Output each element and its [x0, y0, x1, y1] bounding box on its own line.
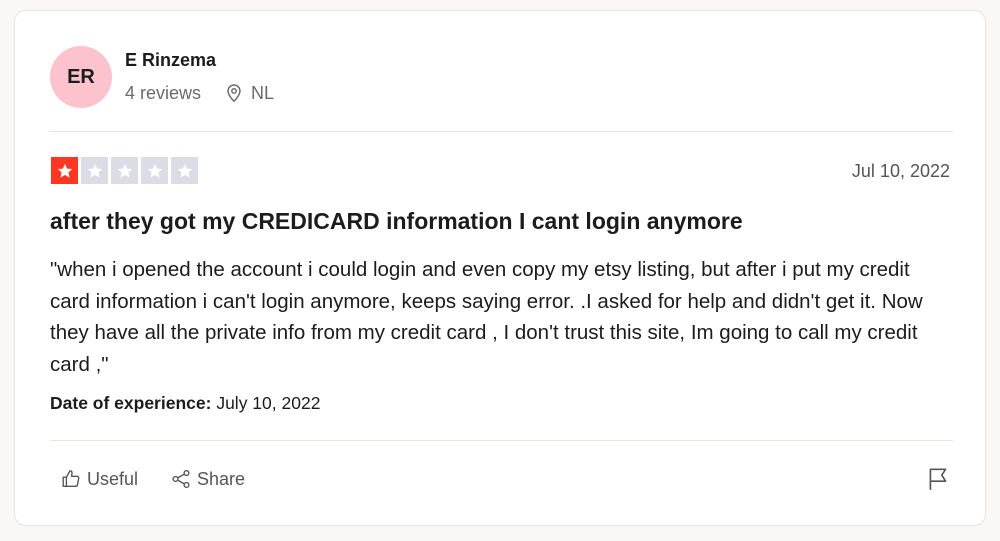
reviews-count: 4 reviews: [125, 82, 202, 103]
star-empty-icon: [111, 157, 138, 184]
thumbs-up-icon: [62, 470, 80, 488]
avatar-initials: ER: [67, 65, 95, 88]
share-icon: [172, 469, 190, 489]
useful-label: Useful: [87, 468, 139, 489]
country-code: NL: [251, 82, 275, 103]
date-of-experience: Date of experience: July 10, 2022: [50, 393, 320, 414]
header-divider: [50, 131, 953, 132]
footer-divider: [50, 440, 953, 441]
share-button[interactable]: Share: [170, 468, 245, 490]
star-rating: [51, 157, 198, 184]
review-body: "when i opened the account i could login…: [50, 258, 923, 376]
experience-label: Date of experience:: [50, 393, 212, 413]
star-empty-icon: [171, 157, 198, 184]
experience-date: July 10, 2022: [216, 393, 321, 413]
star-filled-icon: [51, 157, 78, 184]
flag-icon: [929, 468, 947, 490]
review-card: ER E Rinzema 4 reviews NL Jul 10, 2022 a…: [14, 10, 986, 526]
review-date: Jul 10, 2022: [851, 161, 950, 181]
reviewer-name[interactable]: E Rinzema: [125, 50, 216, 71]
useful-button[interactable]: Useful: [60, 468, 138, 490]
avatar[interactable]: ER: [50, 46, 112, 108]
report-button[interactable]: [925, 466, 951, 492]
map-pin-icon: [223, 82, 245, 104]
star-empty-icon: [141, 157, 168, 184]
review-title[interactable]: after they got my CREDICARD information …: [50, 208, 743, 235]
review-actions: Useful Share: [60, 468, 245, 490]
reviewer-meta: 4 reviews NL: [125, 82, 274, 104]
star-empty-icon: [81, 157, 108, 184]
reviewer-location: NL: [223, 82, 274, 104]
share-label: Share: [197, 468, 246, 489]
